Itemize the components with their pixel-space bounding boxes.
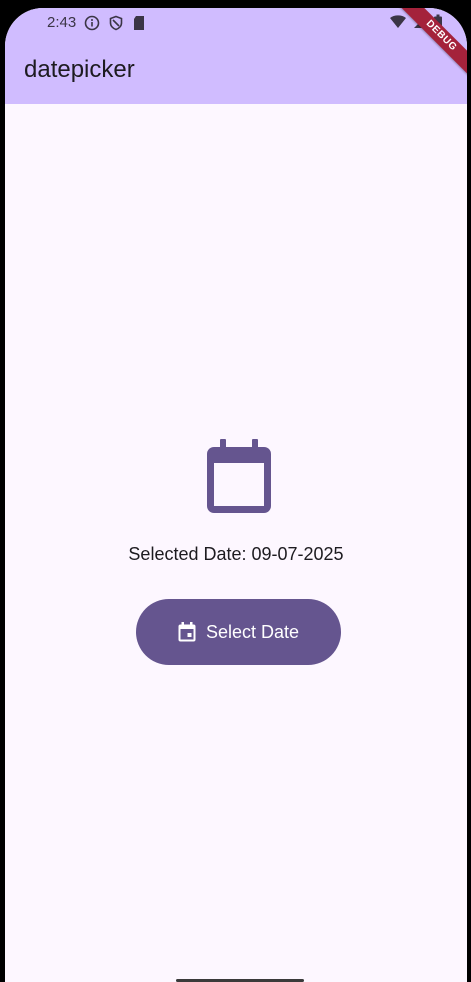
- select-date-label: Select Date: [205, 621, 300, 642]
- app-screen: 2:43 datepicker DEBUG Selected Date: 09-…: [5, 8, 467, 982]
- select-date-button[interactable]: Select Date: [136, 599, 341, 665]
- calendar-event-icon: [178, 622, 196, 642]
- status-time: 2:43: [47, 14, 77, 31]
- info-icon: [84, 15, 100, 31]
- status-left: 2:43: [47, 14, 146, 31]
- app-title: datepicker: [24, 56, 135, 83]
- selected-date-text: Selected Date: 09-07-2025: [128, 544, 344, 564]
- sd-card-icon: [132, 15, 146, 31]
- shield-icon: [108, 15, 124, 31]
- wifi-icon: [389, 14, 407, 30]
- app-bar: 2:43 datepicker DEBUG: [5, 8, 467, 104]
- main-content: Selected Date: 09-07-2025 Select Date: [5, 104, 467, 982]
- calendar-icon: [204, 439, 274, 515]
- status-bar: 2:43: [5, 8, 467, 38]
